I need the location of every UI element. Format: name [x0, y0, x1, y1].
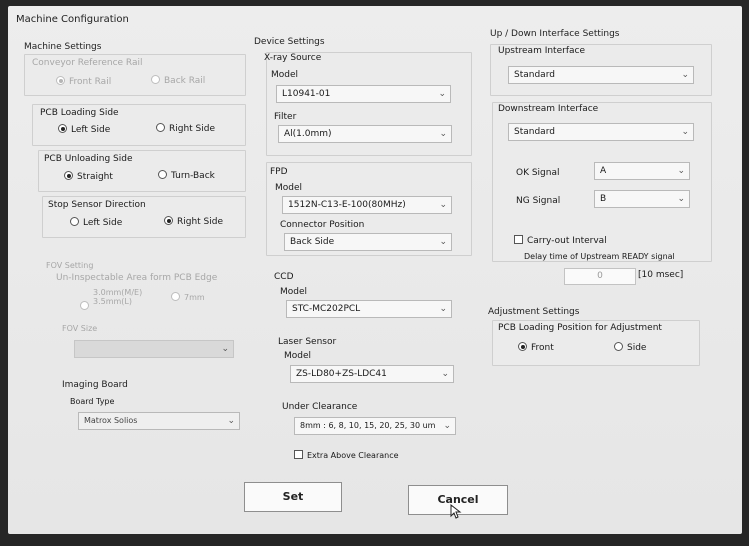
fov-size-select[interactable]: ⌄	[74, 340, 234, 358]
chevron-down-icon: ⌄	[443, 421, 451, 431]
machine-configuration-dialog: Machine Configuration Machine Settings C…	[8, 6, 742, 534]
filter-select[interactable]: Al(1.0mm) ⌄	[278, 125, 452, 143]
radio-selected-icon	[164, 216, 173, 225]
radio-empty-icon	[158, 170, 167, 179]
chevron-down-icon: ⌄	[441, 369, 449, 379]
chevron-down-icon: ⌄	[677, 166, 685, 176]
carry-out-interval-checkbox[interactable]: Carry-out Interval	[514, 235, 607, 246]
extra-above-clearance-checkbox[interactable]: Extra Above Clearance	[294, 450, 399, 460]
window-title: Machine Configuration	[16, 14, 129, 25]
delay-time-input[interactable]: 0	[564, 268, 636, 285]
ccd-model-label: Model	[280, 287, 308, 297]
delay-unit-label: [10 msec]	[638, 270, 684, 280]
upstream-interface-select[interactable]: Standard ⌄	[508, 66, 694, 84]
loading-right-side-radio[interactable]: Right Side	[156, 123, 215, 134]
radio-selected-icon	[58, 124, 67, 133]
unloading-straight-radio[interactable]: Straight	[64, 171, 113, 182]
connector-position-select[interactable]: Back Side ⌄	[284, 233, 452, 251]
mouse-pointer-icon	[450, 504, 462, 519]
ok-signal-select[interactable]: A ⌄	[594, 162, 690, 180]
xray-source-label: X-ray Source	[264, 53, 322, 63]
loading-left-side-radio[interactable]: Left Side	[58, 124, 110, 135]
stop-sensor-label: Stop Sensor Direction	[48, 200, 146, 210]
laser-model-label: Model	[284, 351, 312, 361]
fpd-model-label: Model	[275, 183, 303, 193]
chevron-down-icon: ⌄	[227, 416, 235, 426]
set-button[interactable]: Set	[244, 482, 342, 512]
ok-signal-label: OK Signal	[516, 168, 560, 178]
connector-position-label: Connector Position	[280, 220, 365, 230]
checkbox-icon	[294, 450, 303, 459]
xray-model-label: Model	[271, 70, 299, 80]
radio-empty-icon	[156, 123, 165, 132]
downstream-interface-label: Downstream Interface	[498, 104, 599, 114]
checkbox-icon	[514, 235, 523, 244]
radio-selected-icon	[64, 171, 73, 180]
chevron-down-icon: ⌄	[681, 70, 689, 80]
conveyor-rail-label: Conveyor Reference Rail	[32, 58, 143, 68]
laser-sensor-label: Laser Sensor	[278, 337, 337, 347]
radio-selected-icon	[518, 342, 527, 351]
chevron-down-icon: ⌄	[439, 237, 447, 247]
upstream-interface-label: Upstream Interface	[498, 46, 585, 56]
board-type-label: Board Type	[70, 397, 115, 406]
stop-right-side-radio[interactable]: Right Side	[164, 216, 223, 227]
chevron-down-icon: ⌄	[681, 127, 689, 137]
chevron-down-icon: ⌄	[221, 344, 229, 354]
stop-left-side-radio[interactable]: Left Side	[70, 217, 122, 228]
fpd-label: FPD	[270, 167, 288, 177]
chevron-down-icon: ⌄	[438, 89, 446, 99]
radio-empty-icon	[614, 342, 623, 351]
loading-side-label: PCB Loading Side	[40, 108, 119, 118]
fov-option-3mm-radio[interactable]: 3.0mm(M/E) 3.5mm(L)	[80, 288, 142, 310]
under-clearance-select[interactable]: 8mm : 6, 8, 10, 15, 20, 25, 30 um ⌄	[294, 417, 456, 435]
radio-empty-icon	[151, 75, 160, 84]
back-rail-radio[interactable]: Back Rail	[151, 75, 205, 86]
fov-setting-label: FOV Setting	[46, 261, 94, 270]
updown-interface-header: Up / Down Interface Settings	[490, 29, 620, 39]
delay-time-label: Delay time of Upstream READY signal	[524, 252, 675, 261]
adjustment-front-radio[interactable]: Front	[518, 342, 554, 353]
radio-empty-icon	[80, 301, 89, 310]
adjustment-position-label: PCB Loading Position for Adjustment	[498, 323, 662, 333]
fpd-model-select[interactable]: 1512N-C13-E-100(80MHz) ⌄	[282, 196, 452, 214]
chevron-down-icon: ⌄	[677, 194, 685, 204]
adjustment-side-radio[interactable]: Side	[614, 342, 646, 353]
chevron-down-icon: ⌄	[439, 129, 447, 139]
board-type-select[interactable]: Matrox Solios ⌄	[78, 412, 240, 430]
fov-size-label: FOV Size	[62, 324, 98, 333]
unloading-turnback-radio[interactable]: Turn-Back	[158, 170, 215, 181]
radio-empty-icon	[171, 292, 180, 301]
ccd-model-select[interactable]: STC-MC202PCL ⌄	[286, 300, 452, 318]
downstream-interface-select[interactable]: Standard ⌄	[508, 123, 694, 141]
imaging-board-header: Imaging Board	[62, 380, 128, 390]
uninspectable-area-label: Un-Inspectable Area form PCB Edge	[56, 273, 218, 283]
front-rail-radio[interactable]: Front Rail	[56, 76, 111, 87]
machine-settings-header: Machine Settings	[24, 42, 102, 52]
under-clearance-label: Under Clearance	[282, 402, 358, 412]
radio-empty-icon	[70, 217, 79, 226]
filter-label: Filter	[274, 112, 297, 122]
radio-selected-icon	[56, 76, 65, 85]
laser-model-select[interactable]: ZS-LD80+ZS-LDC41 ⌄	[290, 365, 454, 383]
device-settings-header: Device Settings	[254, 37, 325, 47]
adjustment-settings-header: Adjustment Settings	[488, 307, 580, 317]
ng-signal-select[interactable]: B ⌄	[594, 190, 690, 208]
fov-option-7mm-radio[interactable]: 7mm	[171, 292, 205, 302]
ng-signal-label: NG Signal	[516, 196, 561, 206]
xray-model-select[interactable]: L10941-01 ⌄	[276, 85, 451, 103]
unloading-side-label: PCB Unloading Side	[44, 154, 133, 164]
ccd-label: CCD	[274, 272, 294, 282]
chevron-down-icon: ⌄	[439, 200, 447, 210]
chevron-down-icon: ⌄	[439, 304, 447, 314]
